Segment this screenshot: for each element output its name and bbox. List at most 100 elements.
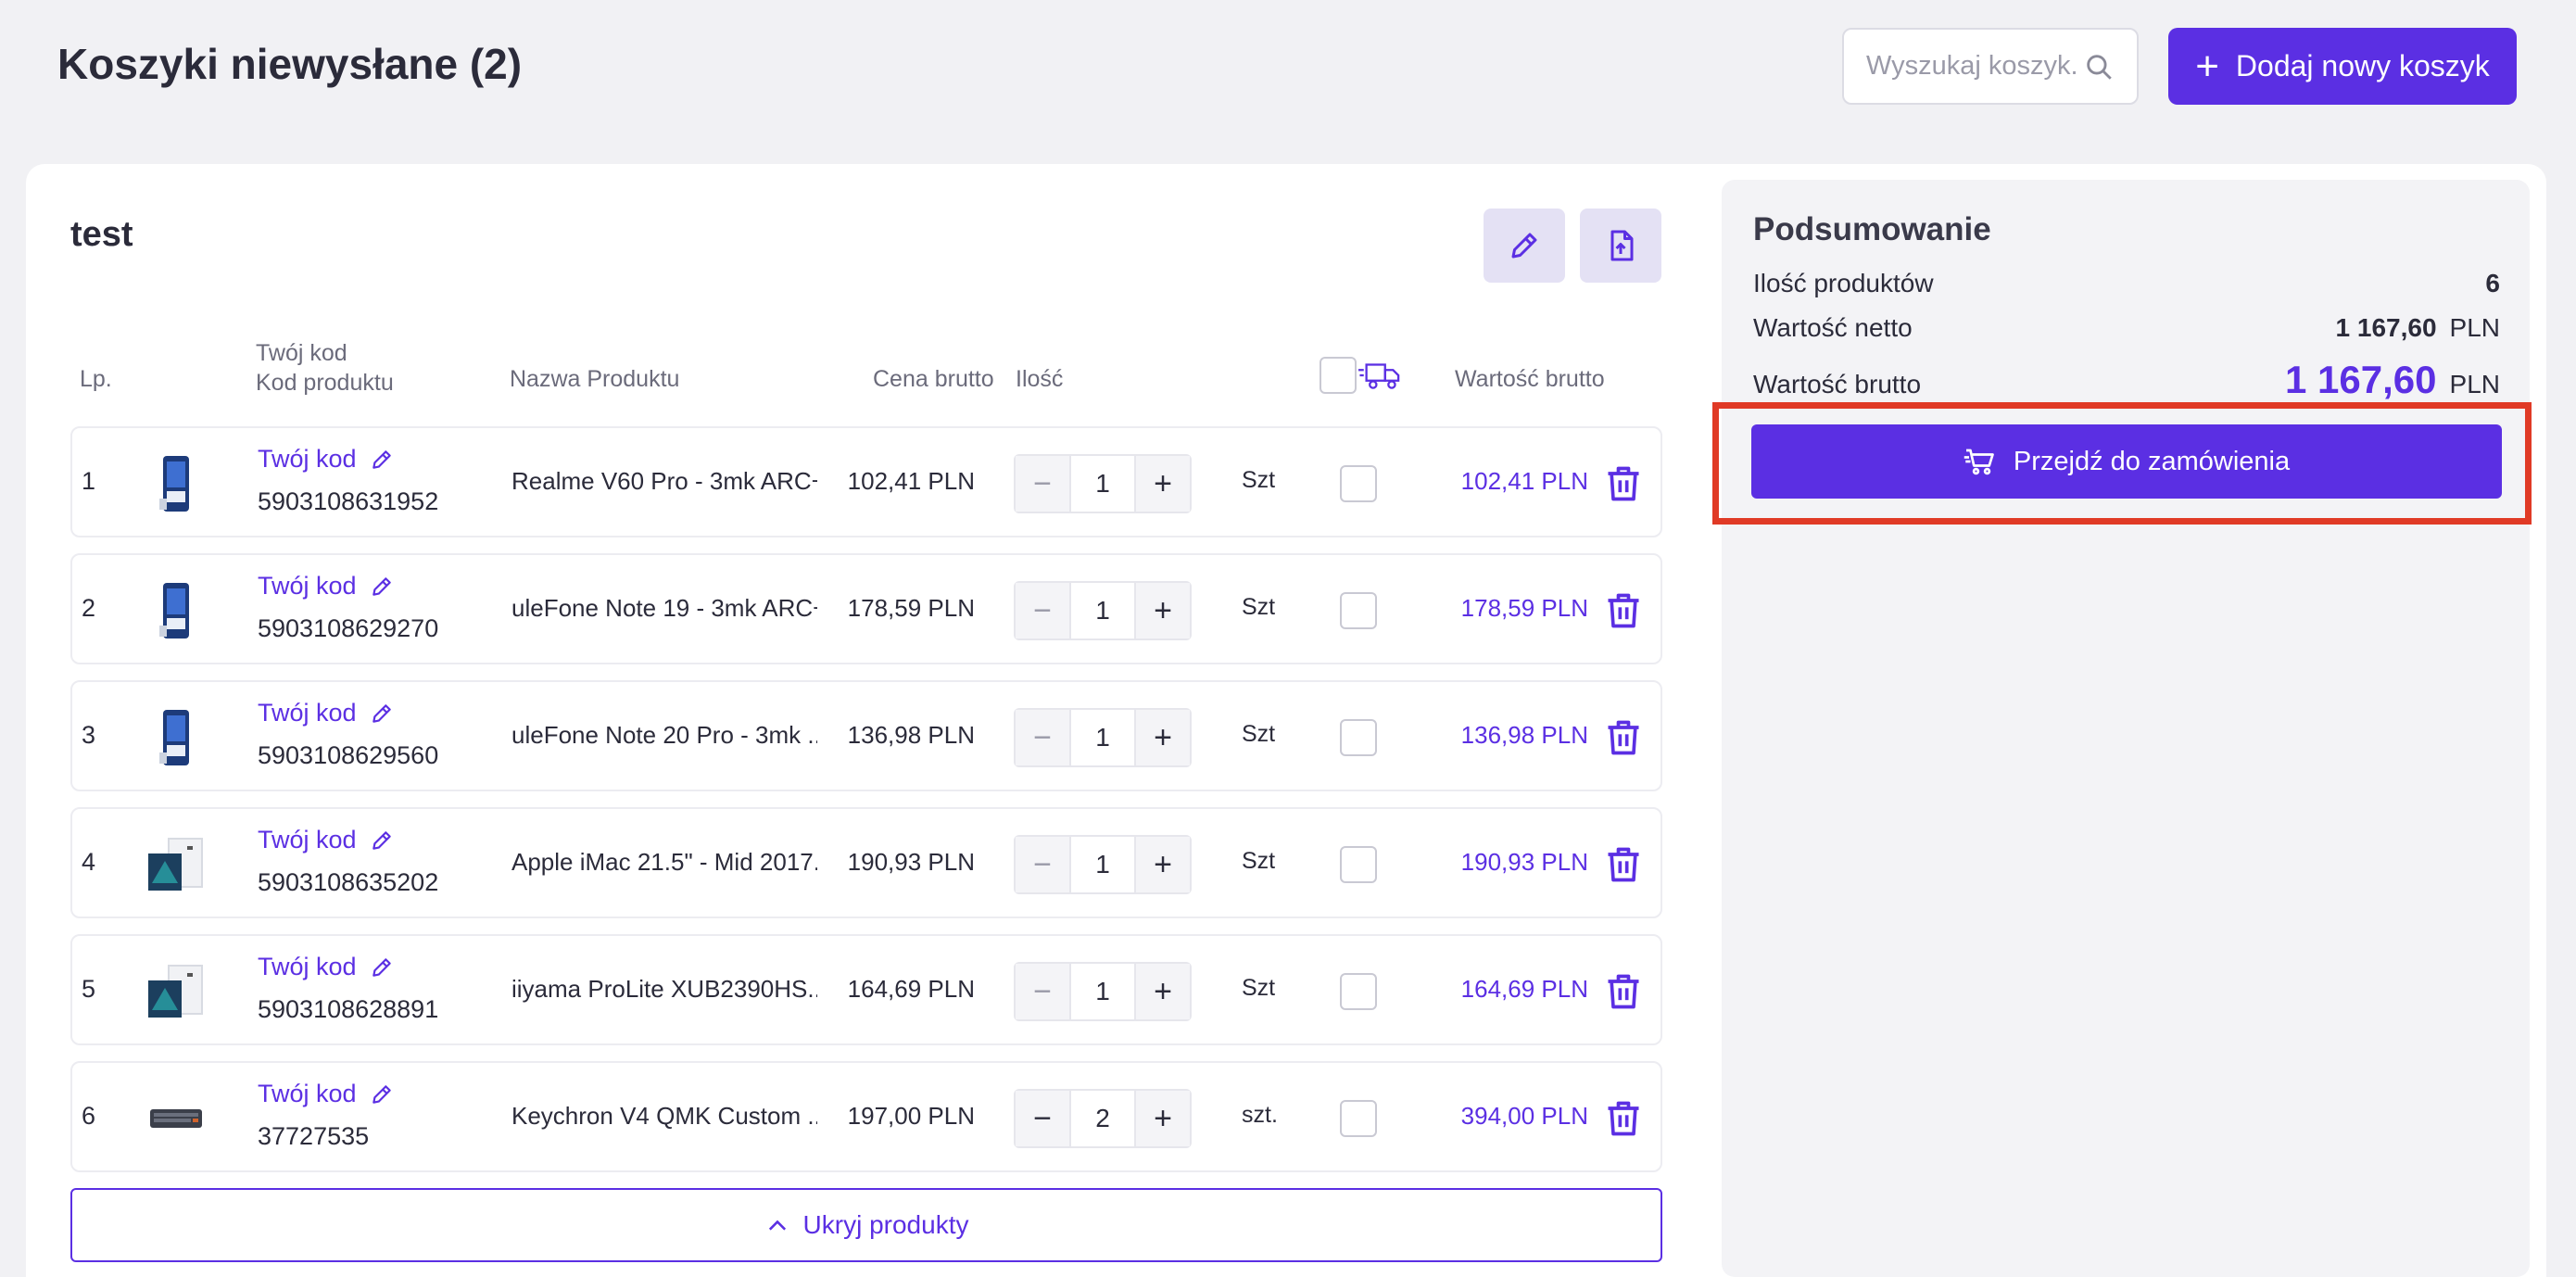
unit: Szt (1242, 848, 1276, 874)
row-lp: 5 (82, 975, 96, 1003)
export-basket-button[interactable] (1580, 209, 1661, 283)
product-code: 5903108628891 (258, 995, 439, 1023)
net-label: Wartość netto (1753, 313, 1913, 342)
trash-icon[interactable] (1603, 1098, 1644, 1139)
product-thumbnail (146, 708, 206, 767)
pencil-icon[interactable] (370, 1082, 394, 1106)
decrease-quantity-button[interactable]: − (1016, 583, 1069, 638)
delivery-checkbox[interactable] (1340, 719, 1377, 756)
decrease-quantity-button[interactable]: − (1016, 710, 1069, 765)
your-code-link[interactable]: Twój kod (258, 826, 394, 854)
pencil-icon[interactable] (370, 575, 394, 599)
pencil-icon[interactable] (370, 448, 394, 472)
decrease-quantity-button[interactable]: − (1016, 837, 1069, 892)
table-row: 5 Twój kod 5903108628891 iiyama ProLite … (70, 934, 1662, 1045)
product-name: Apple iMac 21.5" - Mid 2017... (511, 848, 817, 876)
quantity-value[interactable]: 1 (1069, 964, 1136, 1019)
unit: Szt (1242, 975, 1276, 1001)
unit: Szt (1242, 721, 1276, 747)
edit-basket-button[interactable] (1484, 209, 1565, 283)
gross-value: 1 167,60 (2285, 358, 2437, 401)
increase-quantity-button[interactable]: + (1136, 837, 1190, 892)
product-thumbnail (146, 454, 206, 513)
gross-value: 178,59 PLN (1460, 594, 1588, 622)
delivery-checkbox[interactable] (1340, 592, 1377, 629)
col-your-code: Twój kod (256, 340, 347, 366)
delivery-checkbox[interactable] (1340, 846, 1377, 883)
product-name: Keychron V4 QMK Custom ... (511, 1102, 817, 1130)
add-basket-label: Dodaj nowy koszyk (2235, 49, 2490, 82)
hide-products-button[interactable]: Ukryj produkty (70, 1188, 1662, 1262)
col-quantity: Ilość (1016, 366, 1064, 392)
col-product-name: Nazwa Produktu (510, 366, 680, 392)
net-currency: PLN (2449, 313, 2500, 342)
product-code: 37727535 (258, 1122, 370, 1150)
add-basket-button[interactable]: + Dodaj nowy koszyk (2168, 28, 2517, 105)
your-code-link[interactable]: Twój kod (258, 445, 394, 474)
select-all-checkbox[interactable] (1320, 357, 1357, 394)
gross-price: 136,98 PLN (847, 721, 975, 749)
summary-title: Podsumowanie (1753, 211, 1991, 247)
gross-price: 190,93 PLN (847, 848, 975, 876)
basket-name: test (70, 215, 133, 254)
net-value: 1 167,60 (2335, 313, 2437, 342)
pencil-icon[interactable] (370, 828, 394, 853)
trash-icon[interactable] (1603, 844, 1644, 885)
trash-icon[interactable] (1603, 590, 1644, 631)
unit: Szt (1242, 594, 1276, 620)
search-box[interactable] (1842, 28, 2139, 105)
quantity-stepper: − 1 + (1014, 581, 1192, 640)
product-thumbnail (146, 835, 206, 894)
col-gross-value: Wartość brutto (1455, 366, 1605, 392)
quantity-value[interactable]: 1 (1069, 710, 1136, 765)
cart-icon (1964, 449, 1994, 475)
search-icon[interactable] (2083, 50, 2115, 83)
decrease-quantity-button[interactable]: − (1016, 1091, 1069, 1146)
your-code-link[interactable]: Twój kod (258, 953, 394, 981)
search-input[interactable] (1866, 51, 2079, 82)
decrease-quantity-button[interactable]: − (1016, 456, 1069, 512)
plus-icon: + (2195, 43, 2219, 89)
decrease-quantity-button[interactable]: − (1016, 964, 1069, 1019)
pencil-icon[interactable] (370, 955, 394, 980)
gross-label: Wartość brutto (1753, 370, 1922, 398)
trash-icon[interactable] (1603, 971, 1644, 1012)
gross-currency: PLN (2449, 370, 2500, 398)
quantity-value[interactable]: 1 (1069, 456, 1136, 512)
trash-icon[interactable] (1603, 463, 1644, 504)
increase-quantity-button[interactable]: + (1136, 1091, 1190, 1146)
your-code-label: Twój kod (258, 826, 357, 853)
quantity-stepper: − 2 + (1014, 1089, 1192, 1148)
go-to-order-button[interactable]: Przejdź do zamówienia (1751, 424, 2502, 499)
increase-quantity-button[interactable]: + (1136, 456, 1190, 512)
summary-product-count: Ilość produktów 6 (1753, 269, 2500, 298)
quantity-value[interactable]: 1 (1069, 837, 1136, 892)
increase-quantity-button[interactable]: + (1136, 583, 1190, 638)
your-code-label: Twój kod (258, 953, 357, 980)
quantity-stepper: − 1 + (1014, 454, 1192, 513)
quantity-value[interactable]: 2 (1069, 1091, 1136, 1146)
quantity-value[interactable]: 1 (1069, 583, 1136, 638)
product-name: Realme V60 Pro - 3mk ARC+ (511, 467, 817, 495)
increase-quantity-button[interactable]: + (1136, 710, 1190, 765)
your-code-label: Twój kod (258, 1080, 357, 1107)
delivery-checkbox[interactable] (1340, 973, 1377, 1010)
row-lp: 2 (82, 594, 96, 622)
your-code-link[interactable]: Twój kod (258, 1080, 394, 1108)
delivery-checkbox[interactable] (1340, 465, 1377, 502)
row-lp: 3 (82, 721, 96, 749)
product-thumbnail (146, 962, 206, 1021)
row-lp: 4 (82, 848, 96, 876)
quantity-stepper: − 1 + (1014, 835, 1192, 894)
delivery-checkbox[interactable] (1340, 1100, 1377, 1137)
your-code-link[interactable]: Twój kod (258, 699, 394, 727)
table-header: Lp. Twój kod Kod produktu Nazwa Produktu… (70, 340, 1687, 414)
hide-products-label: Ukryj produkty (802, 1210, 969, 1239)
pencil-icon[interactable] (370, 702, 394, 726)
product-count-value: 6 (2485, 269, 2500, 297)
increase-quantity-button[interactable]: + (1136, 964, 1190, 1019)
table-row: 1 Twój kod 5903108631952 Realme V60 Pro … (70, 426, 1662, 537)
your-code-link[interactable]: Twój kod (258, 572, 394, 601)
trash-icon[interactable] (1603, 717, 1644, 758)
summary-panel: Podsumowanie Ilość produktów 6 Wartość n… (1722, 180, 2530, 1277)
